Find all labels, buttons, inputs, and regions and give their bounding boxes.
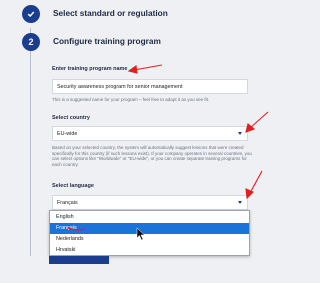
continue-button[interactable] xyxy=(49,256,109,264)
language-select[interactable]: Français xyxy=(52,195,248,210)
arrow-to-program-name xyxy=(133,64,163,71)
step-check-icon xyxy=(22,5,40,23)
step-select-standard[interactable]: Select standard or regulation xyxy=(0,1,300,27)
country-select[interactable]: EU-wide xyxy=(52,126,248,141)
chevron-down-icon xyxy=(238,132,242,135)
step-configure-program[interactable]: 2 Configure training program xyxy=(0,29,300,55)
country-hint: Based on your selected country, the syst… xyxy=(52,145,252,167)
country-value: EU-wide xyxy=(57,130,78,137)
arrow-to-country-select xyxy=(249,111,269,129)
step-title: Select standard or regulation xyxy=(53,8,168,18)
stepper-line xyxy=(30,28,31,256)
language-option-francais[interactable]: Français xyxy=(50,223,249,234)
program-name-input[interactable]: Security awareness program for senior ma… xyxy=(52,79,248,94)
program-name-label: Enter training program name xyxy=(52,66,128,72)
language-option-english[interactable]: English xyxy=(50,212,249,223)
language-option-nederlands[interactable]: Nederlands xyxy=(50,234,249,245)
program-name-hint: This is a suggested name for your progra… xyxy=(52,97,210,102)
arrow-to-language-select xyxy=(249,170,263,194)
chevron-down-icon xyxy=(238,201,242,204)
language-label: Select language xyxy=(52,183,94,189)
language-value: Français xyxy=(57,199,78,206)
program-name-value: Security awareness program for senior ma… xyxy=(57,83,183,90)
language-option-hrvatski[interactable]: Hrvatski xyxy=(50,245,249,256)
language-dropdown-menu: English Français Nederlands Hrvatski xyxy=(49,210,250,256)
arrow-head-icon xyxy=(127,65,138,74)
step-title: Configure training program xyxy=(53,36,161,46)
country-label: Select country xyxy=(52,115,90,121)
step-number: 2 xyxy=(22,33,40,51)
